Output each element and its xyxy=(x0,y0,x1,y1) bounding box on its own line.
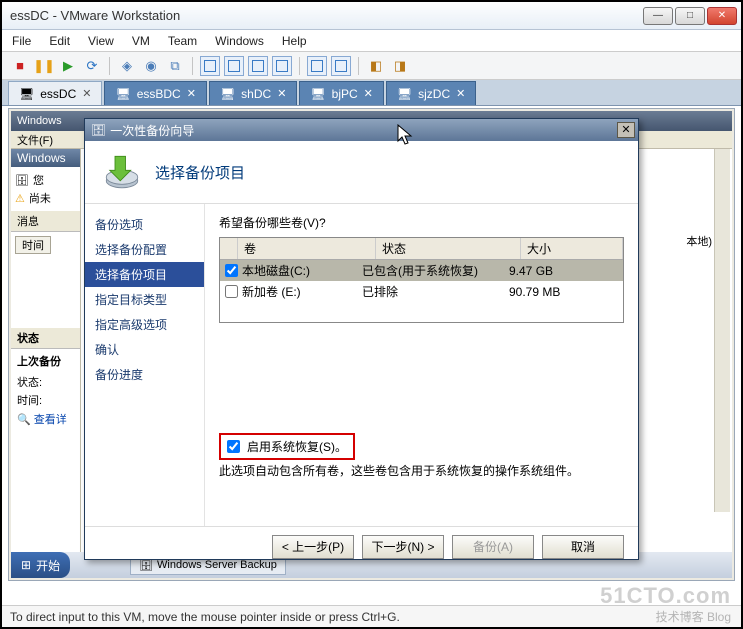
system-restore-checkbox[interactable] xyxy=(227,440,240,453)
menu-windows[interactable]: Windows xyxy=(215,34,264,48)
tab-sjzdc[interactable]: 🖥 sjzDC ✕ xyxy=(386,81,476,105)
wizard-footer: < 上一步(P) 下一步(N) > 备份(A) 取消 xyxy=(85,526,638,566)
backup-wizard-dialog: 🗄 一次性备份向导 ✕ 选择备份项目 备份选项 选择备份配置 选择备份项目 xyxy=(84,118,639,560)
close-icon[interactable]: ✕ xyxy=(277,87,286,100)
tab-essdc[interactable]: 🖥 essDC ✕ xyxy=(8,81,102,105)
col-size[interactable]: 大小 xyxy=(521,238,623,259)
col-volume[interactable]: 卷 xyxy=(238,238,376,259)
tab-essbdc[interactable]: 🖥 essBDC ✕ xyxy=(104,81,206,105)
panel-title: Windows xyxy=(11,149,80,167)
backup-large-icon xyxy=(101,151,143,193)
system-restore-desc: 此选项自动包含所有卷，这些卷包含用于系统恢复的操作系统组件。 xyxy=(219,463,624,480)
nav-target-type[interactable]: 指定目标类型 xyxy=(85,287,204,312)
tree-warning[interactable]: ⚠ 尚未 xyxy=(15,189,76,207)
close-icon[interactable]: ✕ xyxy=(456,87,465,100)
view-icon-4[interactable] xyxy=(272,56,292,76)
volume-checkbox[interactable] xyxy=(225,285,238,298)
volumes-table: 卷 状态 大小 本地磁盘(C:) 已包含(用于系统恢复) 9.47 GB xyxy=(219,237,624,323)
start-button[interactable]: ⊞ 开始 xyxy=(11,552,70,578)
wizard-nav: 备份选项 选择备份配置 选择备份项目 指定目标类型 指定高级选项 确认 备份进度 xyxy=(85,204,205,526)
tool-icon-b[interactable]: ◨ xyxy=(390,56,410,76)
view-icon-2[interactable] xyxy=(224,56,244,76)
close-icon[interactable]: ✕ xyxy=(187,87,196,100)
tool-icon-a[interactable]: ◧ xyxy=(366,56,386,76)
revert-icon[interactable]: ◉ xyxy=(141,56,161,76)
nav-backup-items[interactable]: 选择备份项目 xyxy=(85,262,204,287)
vmware-title: essDC - VMware Workstation xyxy=(10,8,180,23)
volume-checkbox[interactable] xyxy=(225,264,238,277)
volume-row[interactable]: 新加卷 (E:) 已排除 90.79 MB xyxy=(220,281,623,302)
menu-view[interactable]: View xyxy=(88,34,114,48)
stop-icon[interactable]: ■ xyxy=(10,56,30,76)
view-icon-3[interactable] xyxy=(248,56,268,76)
monitor-icon: 🖥 xyxy=(310,87,325,101)
menu-vm[interactable]: VM xyxy=(132,34,150,48)
scrollbar[interactable] xyxy=(714,149,730,512)
system-restore-label: 启用系统恢复(S)。 xyxy=(247,438,347,455)
nav-backup-config[interactable]: 选择备份配置 xyxy=(85,237,204,262)
nav-progress[interactable]: 备份进度 xyxy=(85,362,204,387)
backup-icon: 🗄 xyxy=(15,174,29,187)
tree-root[interactable]: 🗄 您 xyxy=(15,171,76,189)
wizard-titlebar[interactable]: 🗄 一次性备份向导 ✕ xyxy=(85,119,638,141)
volume-row[interactable]: 本地磁盘(C:) 已包含(用于系统恢复) 9.47 GB xyxy=(220,260,623,281)
close-icon[interactable]: ✕ xyxy=(364,87,373,100)
tab-shdc[interactable]: 🖥 shDC ✕ xyxy=(209,81,297,105)
col-status[interactable]: 状态 xyxy=(376,238,521,259)
vmware-statusbar: To direct input to this VM, move the mou… xyxy=(2,605,741,627)
cancel-button[interactable]: 取消 xyxy=(542,535,624,559)
last-backup-label: 上次备份 xyxy=(11,349,80,373)
highlighted-option: 启用系统恢复(S)。 xyxy=(219,433,355,460)
volumes-prompt: 希望备份哪些卷(V)? xyxy=(219,214,624,231)
wizard-close-button[interactable]: ✕ xyxy=(617,122,635,138)
reset-icon[interactable]: ⟳ xyxy=(82,56,102,76)
maximize-button[interactable]: □ xyxy=(675,7,705,25)
time-header[interactable]: 时间 xyxy=(15,236,51,254)
vmware-menubar: File Edit View VM Team Windows Help xyxy=(2,30,741,52)
menu-help[interactable]: Help xyxy=(282,34,307,48)
snapshot-icon[interactable]: ◈ xyxy=(117,56,137,76)
close-icon[interactable]: ✕ xyxy=(82,87,91,100)
fullscreen-icon[interactable] xyxy=(307,56,327,76)
nav-backup-options[interactable]: 备份选项 xyxy=(85,212,204,237)
back-button[interactable]: < 上一步(P) xyxy=(272,535,354,559)
warning-icon: ⚠ xyxy=(15,192,25,205)
monitor-icon: 🖥 xyxy=(220,87,235,101)
nav-confirm[interactable]: 确认 xyxy=(85,337,204,362)
wizard-header-title: 选择备份项目 xyxy=(155,162,245,183)
tab-bjpc[interactable]: 🖥 bjPC ✕ xyxy=(299,81,383,105)
vmware-titlebar: essDC - VMware Workstation — □ ✕ xyxy=(2,2,741,30)
nav-advanced-options[interactable]: 指定高级选项 xyxy=(85,312,204,337)
wizard-icon: 🗄 xyxy=(91,123,106,137)
windows-icon: ⊞ xyxy=(21,558,31,572)
unity-icon[interactable] xyxy=(331,56,351,76)
backup-button: 备份(A) xyxy=(452,535,534,559)
play-icon[interactable]: ▶ xyxy=(58,56,78,76)
view-icon-1[interactable] xyxy=(200,56,220,76)
menu-team[interactable]: Team xyxy=(168,34,197,48)
vmware-tabbar: 🖥 essDC ✕ 🖥 essBDC ✕ 🖥 shDC ✕ 🖥 bjPC ✕ 🖥 xyxy=(2,80,741,106)
monitor-icon: 🖥 xyxy=(19,87,34,101)
magnify-icon: 🔍 xyxy=(17,414,31,426)
menu-edit[interactable]: Edit xyxy=(49,34,70,48)
manage-snapshot-icon[interactable]: ⧉ xyxy=(165,56,185,76)
next-button[interactable]: 下一步(N) > xyxy=(362,535,444,559)
view-details-link[interactable]: 查看详 xyxy=(34,414,67,426)
monitor-icon: 🖥 xyxy=(115,87,130,101)
state-label: 状态 xyxy=(11,328,80,349)
vmware-toolbar: ■ ❚❚ ▶ ⟳ ◈ ◉ ⧉ ◧ ◨ xyxy=(2,52,741,80)
pause-icon[interactable]: ❚❚ xyxy=(34,56,54,76)
monitor-icon: 🖥 xyxy=(397,87,412,101)
minimize-button[interactable]: — xyxy=(643,7,673,25)
messages-label: 消息 xyxy=(11,211,80,232)
close-button[interactable]: ✕ xyxy=(707,7,737,25)
menu-file[interactable]: File xyxy=(12,34,31,48)
